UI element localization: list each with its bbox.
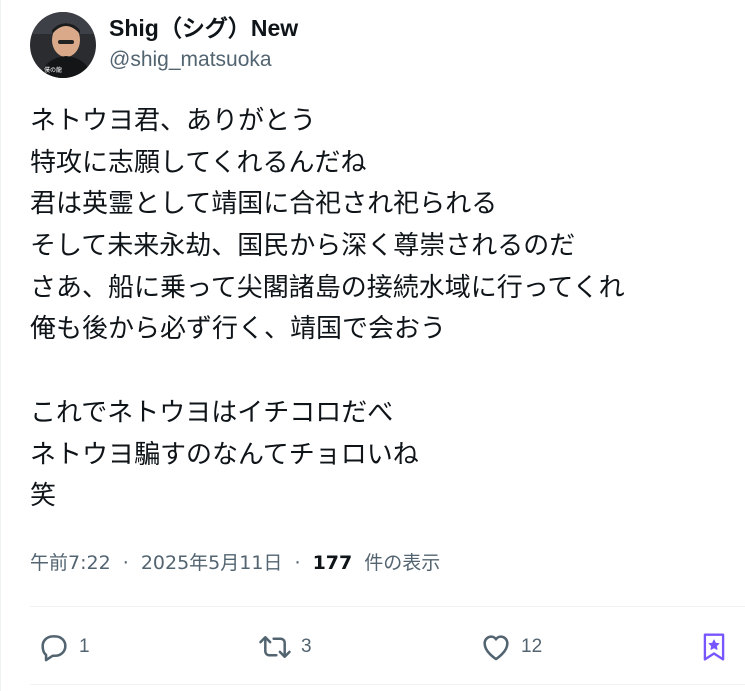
retweet-icon [257, 630, 293, 664]
tweet-line: 笑 [30, 481, 57, 512]
reply-count: 1 [79, 636, 90, 657]
tweet-date[interactable]: 2025年5月11日 [141, 552, 283, 574]
svg-text:僕の龍: 僕の龍 [44, 66, 62, 74]
bookmark-button[interactable] [701, 629, 727, 665]
tweet-text: ネトウヨ君、ありがとう 特攻に志願してくれるんだね 君は英霊として靖国に合祀され… [30, 101, 730, 518]
tweet-meta: 午前7:22 · 2025年5月11日 · 177 件の表示 [30, 548, 440, 578]
reply-button[interactable]: 1 [37, 629, 90, 665]
reply-icon [37, 630, 71, 664]
tweet-time[interactable]: 午前7:22 [30, 552, 111, 574]
tweet-line: これでネトウヨはイチコロだべ [30, 397, 394, 428]
meta-separator: · [294, 552, 301, 574]
meta-separator: · [122, 552, 129, 574]
tweet-line: ネトウヨ君、ありがとう [30, 106, 317, 136]
bookmark-icon [701, 631, 727, 663]
display-name[interactable]: Shig（シグ）New [109, 13, 298, 43]
like-button[interactable]: 12 [479, 629, 542, 665]
tweet-line: 俺も後から必ず行く、靖国で会おう [30, 314, 447, 345]
tweet-line: 特攻に志願してくれるんだね [30, 147, 367, 178]
tweet-line: ネトウヨ騙すのなんてチョロいね [30, 439, 419, 470]
retweet-count: 3 [301, 636, 312, 657]
tweet-line: さあ、船に乗って尖閣諸島の接続水域に行ってくれ [30, 272, 625, 303]
heart-icon [479, 630, 513, 664]
like-count: 12 [521, 636, 543, 657]
divider [30, 684, 745, 685]
tweet-line: そして未来永劫、国民から深く尊崇されるのだ [30, 231, 576, 262]
views-count: 177 [312, 552, 353, 574]
tweet-line: 君は英霊として靖国に合祀され祀られる [30, 189, 498, 220]
retweet-button[interactable]: 3 [257, 629, 312, 665]
author-info: Shig（シグ）New @shig_matsuoka [109, 13, 298, 74]
divider [30, 606, 745, 607]
avatar[interactable]: 僕の龍 [30, 12, 96, 78]
views-label: 件の表示 [364, 552, 441, 574]
tweet-card: 僕の龍 Shig（シグ）New @shig_matsuoka ネトウヨ君、ありが… [0, 0, 745, 691]
user-handle[interactable]: @shig_matsuoka [109, 46, 298, 74]
